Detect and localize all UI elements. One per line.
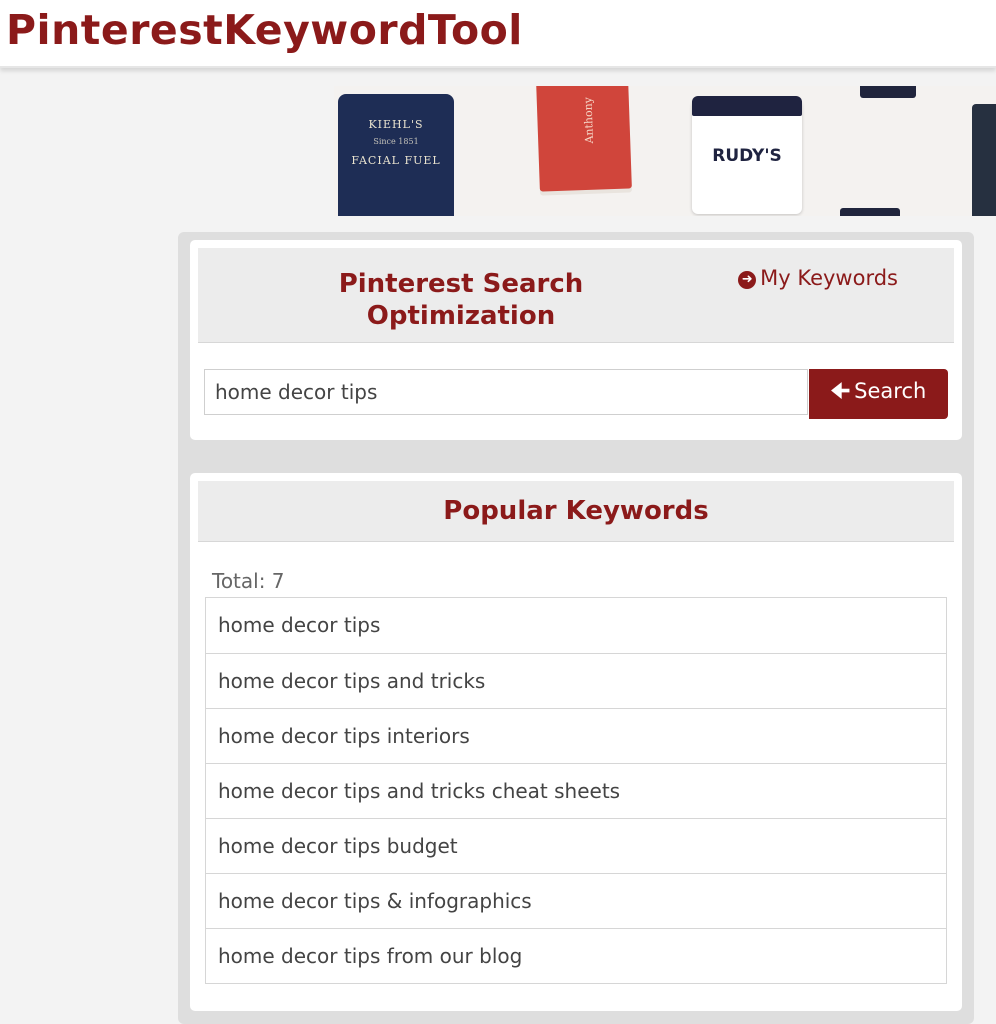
keyword-list: home decor tips home decor tips and tric… [205, 597, 947, 984]
arrow-circle-right-icon: ➜ [738, 271, 757, 289]
product-cap-illustration [860, 86, 916, 98]
keyword-item[interactable]: home decor tips and tricks [206, 653, 946, 708]
keyword-item[interactable]: home decor tips from our blog [206, 928, 946, 983]
product-jar-illustration: RUDY'S [692, 96, 802, 214]
keyword-item[interactable]: home decor tips [206, 598, 946, 653]
search-button-label: Search [854, 378, 927, 403]
keyword-item[interactable]: home decor tips & infographics [206, 873, 946, 928]
keyword-item[interactable]: home decor tips and tricks cheat sheets [206, 763, 946, 818]
product-sub-label: Since 1851 [373, 137, 419, 146]
search-input[interactable] [204, 369, 808, 415]
jar-lid [692, 96, 802, 116]
site-logo[interactable]: PinterestKeywordTool [6, 6, 523, 54]
arrow-left-icon: 🠈 [830, 378, 851, 403]
keyword-item[interactable]: home decor tips budget [206, 818, 946, 873]
product-box-illustration: Anthony [536, 86, 632, 192]
product-brand-label: KIEHL'S [368, 118, 424, 131]
popular-keywords-title: Popular Keywords [443, 496, 709, 526]
product-tube-illustration: KIEHL'S Since 1851 FACIAL FUEL [338, 94, 454, 216]
banner-image: KIEHL'S Since 1851 FACIAL FUEL Anthony R… [334, 86, 996, 216]
search-panel: Pinterest Search Optimization ➜ My Keywor… [190, 240, 962, 440]
popular-keywords-header: Popular Keywords [198, 481, 954, 542]
main-container: Pinterest Search Optimization ➜ My Keywor… [178, 232, 974, 1024]
total-count: Total: 7 [212, 569, 285, 593]
product-name-label: FACIAL FUEL [351, 154, 441, 167]
product-box-label: Anthony [580, 96, 596, 144]
top-bar: PinterestKeywordTool [0, 0, 996, 68]
my-keywords-label: My Keywords [760, 266, 898, 290]
jar-label: RUDY'S [712, 146, 782, 166]
keyword-item[interactable]: home decor tips interiors [206, 708, 946, 763]
popular-keywords-panel: Popular Keywords Total: 7 home decor tip… [190, 473, 962, 1011]
search-panel-header: Pinterest Search Optimization ➜ My Keywor… [198, 248, 954, 343]
page-title: Pinterest Search Optimization [338, 269, 584, 331]
my-keywords-link[interactable]: ➜ My Keywords [738, 266, 898, 290]
product-cap-illustration [840, 208, 900, 216]
search-button[interactable]: 🠈 Search [809, 369, 948, 419]
product-edge-illustration [972, 104, 996, 216]
